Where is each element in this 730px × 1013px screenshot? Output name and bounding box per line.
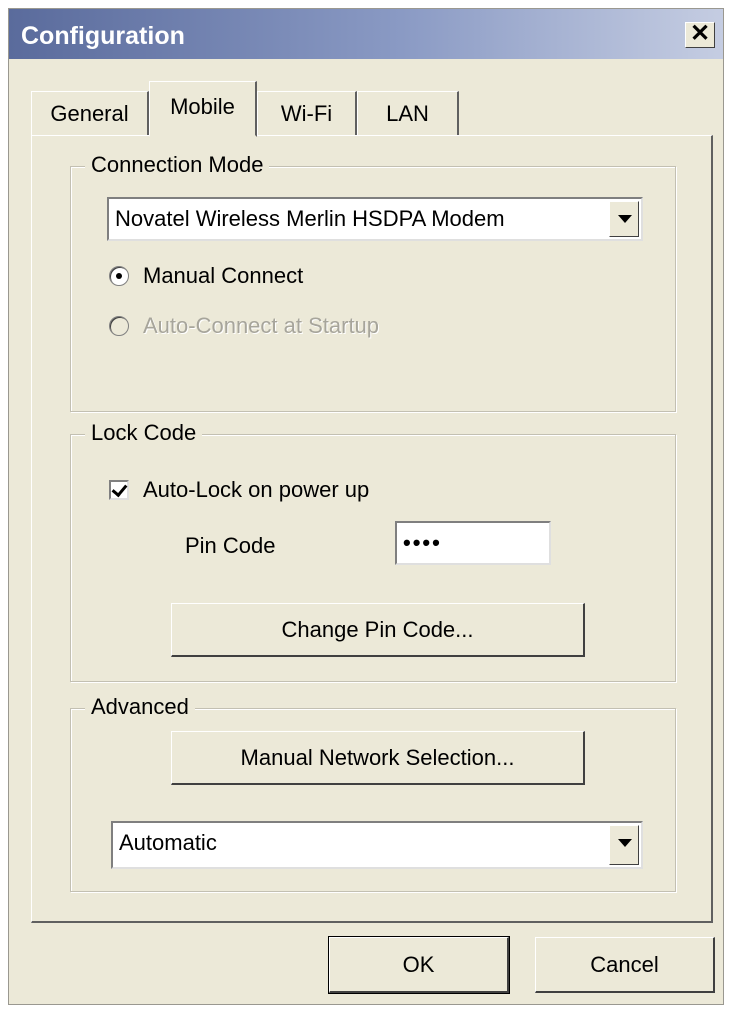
- pin-code-field[interactable]: ••••: [395, 521, 551, 565]
- pin-code-label: Pin Code: [185, 533, 276, 558]
- connection-mode-group: Connection Mode Novatel Wireless Merlin …: [70, 152, 676, 412]
- window-title: Configuration: [21, 22, 185, 50]
- network-select-value: Automatic: [119, 830, 217, 855]
- lock-code-group: Lock Code Auto-Lock on power up Pin Code…: [70, 420, 676, 682]
- tab-mobile[interactable]: Mobile: [149, 81, 257, 137]
- close-icon: ✕: [689, 20, 711, 47]
- close-button[interactable]: ✕: [685, 22, 715, 48]
- advanced-legend: Advanced: [85, 694, 195, 720]
- auto-lock-checkbox[interactable]: Auto-Lock on power up: [109, 477, 369, 503]
- manual-connect-label: Manual Connect: [143, 263, 304, 288]
- change-pin-button[interactable]: Change Pin Code...: [171, 603, 585, 657]
- chevron-down-icon[interactable]: [609, 201, 639, 237]
- tab-lan[interactable]: LAN: [357, 91, 459, 135]
- ok-button[interactable]: OK: [328, 936, 510, 994]
- checkmark-icon[interactable]: [109, 480, 129, 500]
- radio-unselected-icon: [109, 316, 129, 336]
- radio-selected-icon[interactable]: [109, 266, 129, 286]
- configuration-dialog: Configuration ✕ General Mobile Wi-Fi LAN…: [8, 8, 724, 1005]
- device-select[interactable]: Novatel Wireless Merlin HSDPA Modem: [107, 197, 643, 241]
- tab-general[interactable]: General: [31, 91, 149, 135]
- connection-mode-legend: Connection Mode: [85, 152, 270, 178]
- advanced-group: Advanced Manual Network Selection... Aut…: [70, 694, 676, 892]
- lock-code-legend: Lock Code: [85, 420, 203, 446]
- manual-connect-radio[interactable]: Manual Connect: [109, 263, 303, 289]
- cancel-button[interactable]: Cancel: [535, 937, 715, 993]
- network-select[interactable]: Automatic: [111, 821, 643, 869]
- manual-network-selection-button[interactable]: Manual Network Selection...: [171, 731, 585, 785]
- auto-connect-radio: Auto-Connect at Startup: [109, 313, 379, 339]
- tab-wifi[interactable]: Wi-Fi: [257, 91, 357, 135]
- title-bar[interactable]: Configuration ✕: [9, 9, 723, 59]
- chevron-down-icon[interactable]: [609, 825, 639, 865]
- device-select-value: Novatel Wireless Merlin HSDPA Modem: [115, 206, 505, 231]
- auto-connect-label: Auto-Connect at Startup: [143, 313, 380, 338]
- mobile-tab-panel: Connection Mode Novatel Wireless Merlin …: [31, 135, 713, 923]
- auto-lock-label: Auto-Lock on power up: [143, 477, 370, 502]
